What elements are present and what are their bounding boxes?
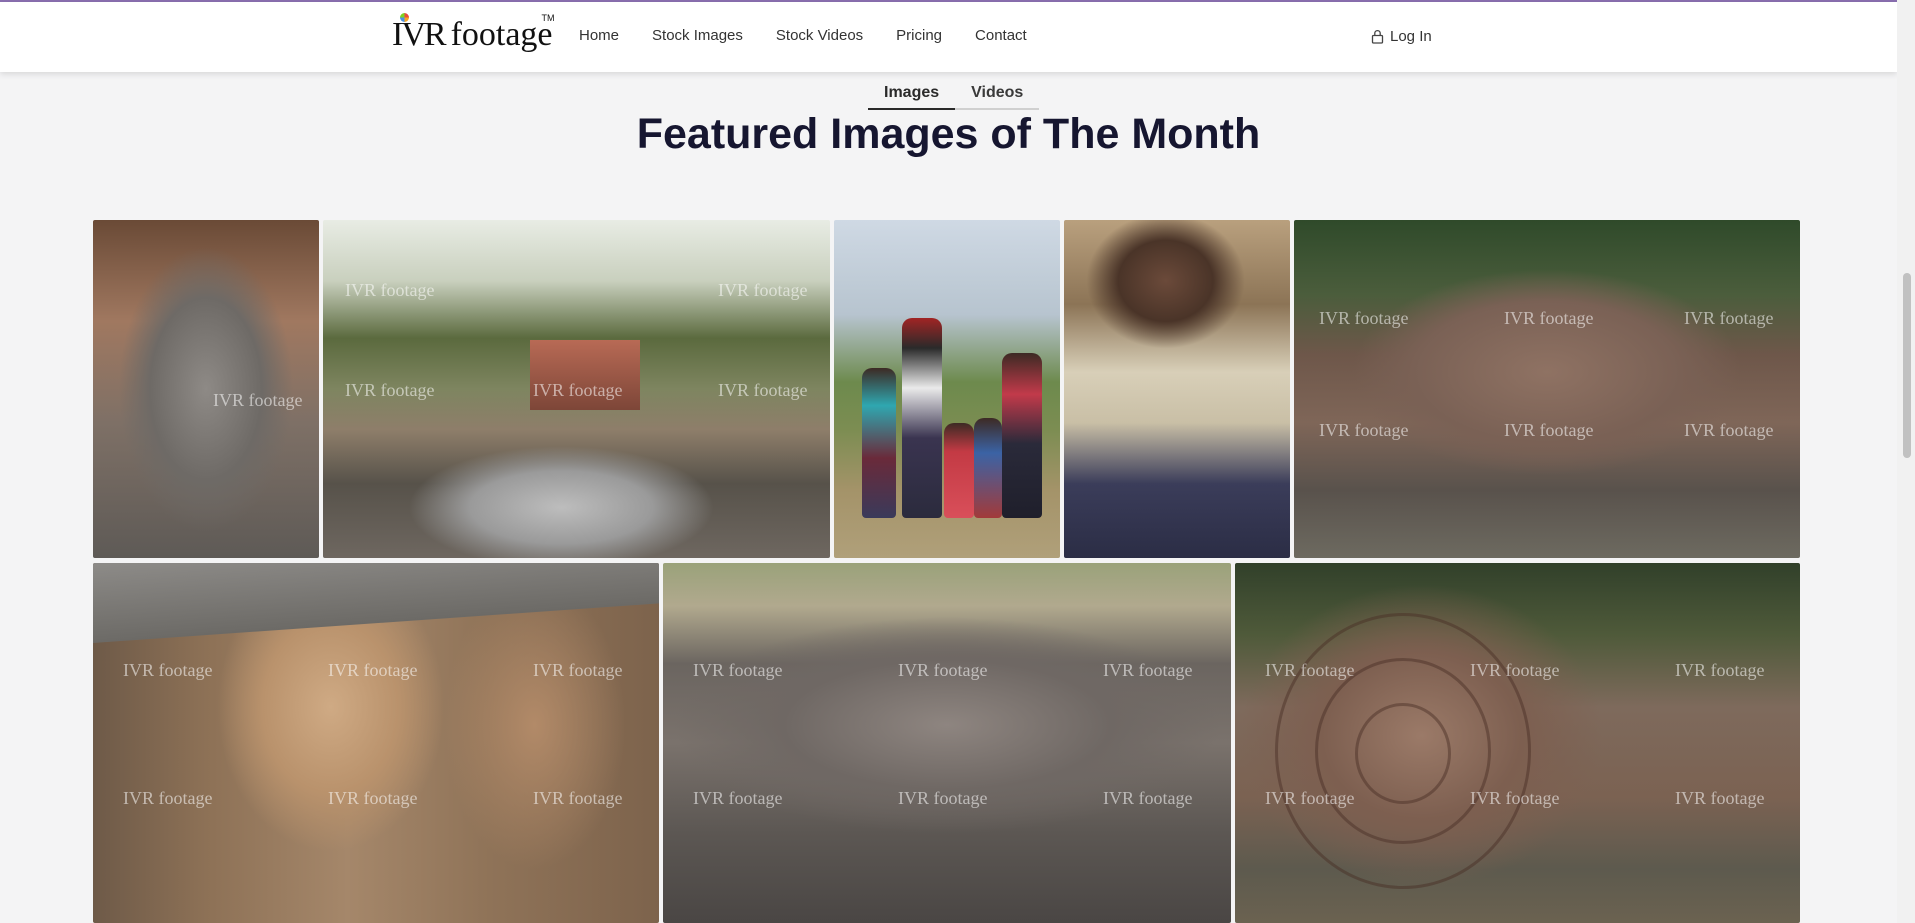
watermark: IVR footage bbox=[345, 280, 435, 300]
scrollbar-thumb[interactable] bbox=[1903, 273, 1911, 458]
watermark: IVR footage bbox=[1504, 420, 1594, 440]
watermark: IVR footage bbox=[898, 660, 988, 680]
watermark: IVR footage bbox=[1470, 660, 1560, 680]
watermark: IVR footage bbox=[213, 390, 303, 410]
watermark: IVR footage bbox=[898, 788, 988, 808]
watermark: IVR footage bbox=[693, 660, 783, 680]
gallery-image-stone-ruins-with-shrine[interactable]: IVR footage IVR footage IVR footage IVR … bbox=[323, 220, 830, 558]
watermark: IVR footage bbox=[1675, 660, 1765, 680]
lock-icon bbox=[1371, 30, 1384, 44]
watermark: IVR footage bbox=[693, 788, 783, 808]
gallery-image-carved-stone-deity-fragment[interactable]: IVR footage bbox=[93, 220, 319, 558]
watermark: IVR footage bbox=[718, 380, 808, 400]
watermark: IVR footage bbox=[1265, 660, 1355, 680]
nav-stock-images[interactable]: Stock Images bbox=[652, 27, 743, 44]
logo[interactable]: IVR footage TM bbox=[392, 11, 555, 55]
login-button[interactable]: Log In bbox=[1371, 28, 1432, 45]
figure-shape bbox=[902, 318, 942, 518]
roof-shape bbox=[93, 563, 659, 643]
watermark: IVR footage bbox=[328, 660, 418, 680]
watermark: IVR footage bbox=[718, 280, 808, 300]
carving-ring bbox=[1355, 703, 1451, 804]
watermark: IVR footage bbox=[328, 788, 418, 808]
watermark: IVR footage bbox=[1684, 420, 1774, 440]
nav-stock-videos[interactable]: Stock Videos bbox=[776, 27, 863, 44]
figure-shape bbox=[862, 368, 896, 518]
gallery-image-tribal-family-portrait[interactable] bbox=[834, 220, 1060, 558]
figure-shape bbox=[1002, 353, 1042, 518]
watermark: IVR footage bbox=[1504, 308, 1594, 328]
media-tabs: Images Videos bbox=[868, 78, 1040, 110]
watermark: IVR footage bbox=[1470, 788, 1560, 808]
watermark: IVR footage bbox=[123, 788, 213, 808]
watermark: IVR footage bbox=[1675, 788, 1765, 808]
watermark: IVR footage bbox=[123, 660, 213, 680]
watermark: IVR footage bbox=[1103, 660, 1193, 680]
gallery-image-carved-stone-lotus-capital[interactable]: IVR footage IVR footage IVR footage IVR … bbox=[1235, 563, 1800, 923]
nav-home[interactable]: Home bbox=[579, 27, 619, 44]
watermark: IVR footage bbox=[1103, 788, 1193, 808]
logo-word: footage bbox=[450, 16, 553, 53]
scrollbar-track[interactable] bbox=[1897, 0, 1915, 923]
watermark: IVR footage bbox=[533, 380, 623, 400]
main-nav: Home Stock Images Stock Videos Pricing C… bbox=[579, 2, 1060, 68]
tab-videos[interactable]: Videos bbox=[955, 78, 1040, 110]
figure-shape bbox=[944, 423, 974, 518]
gallery-image-elderly-woman-seated-portrait[interactable] bbox=[1064, 220, 1290, 558]
logo-mark: IVR bbox=[392, 13, 447, 55]
gallery-image-carved-stone-frieze-panel[interactable]: IVR footage IVR footage IVR footage IVR … bbox=[1294, 220, 1800, 558]
gallery-image-carved-frieze-with-archer[interactable]: IVR footage IVR footage IVR footage IVR … bbox=[663, 563, 1231, 923]
nav-pricing[interactable]: Pricing bbox=[896, 27, 942, 44]
watermark: IVR footage bbox=[533, 788, 623, 808]
figure-shape bbox=[974, 418, 1002, 518]
watermark: IVR footage bbox=[1319, 420, 1409, 440]
watermark: IVR footage bbox=[1319, 308, 1409, 328]
watermark: IVR footage bbox=[345, 380, 435, 400]
watermark: IVR footage bbox=[1265, 788, 1355, 808]
tab-images[interactable]: Images bbox=[868, 78, 956, 110]
gallery-image-carved-stone-faces-row[interactable]: IVR footage IVR footage IVR footage IVR … bbox=[93, 563, 659, 923]
watermark: IVR footage bbox=[1684, 308, 1774, 328]
logo-dot-icon bbox=[400, 13, 409, 22]
login-label: Log In bbox=[1390, 28, 1432, 45]
logo-trademark: TM bbox=[541, 13, 555, 23]
nav-contact[interactable]: Contact bbox=[975, 27, 1027, 44]
logo-mark-text: IVR bbox=[392, 16, 447, 53]
navbar: IVR footage TM Home Stock Images Stock V… bbox=[0, 2, 1897, 72]
section-title: Featured Images of The Month bbox=[636, 110, 1261, 158]
watermark: IVR footage bbox=[533, 660, 623, 680]
